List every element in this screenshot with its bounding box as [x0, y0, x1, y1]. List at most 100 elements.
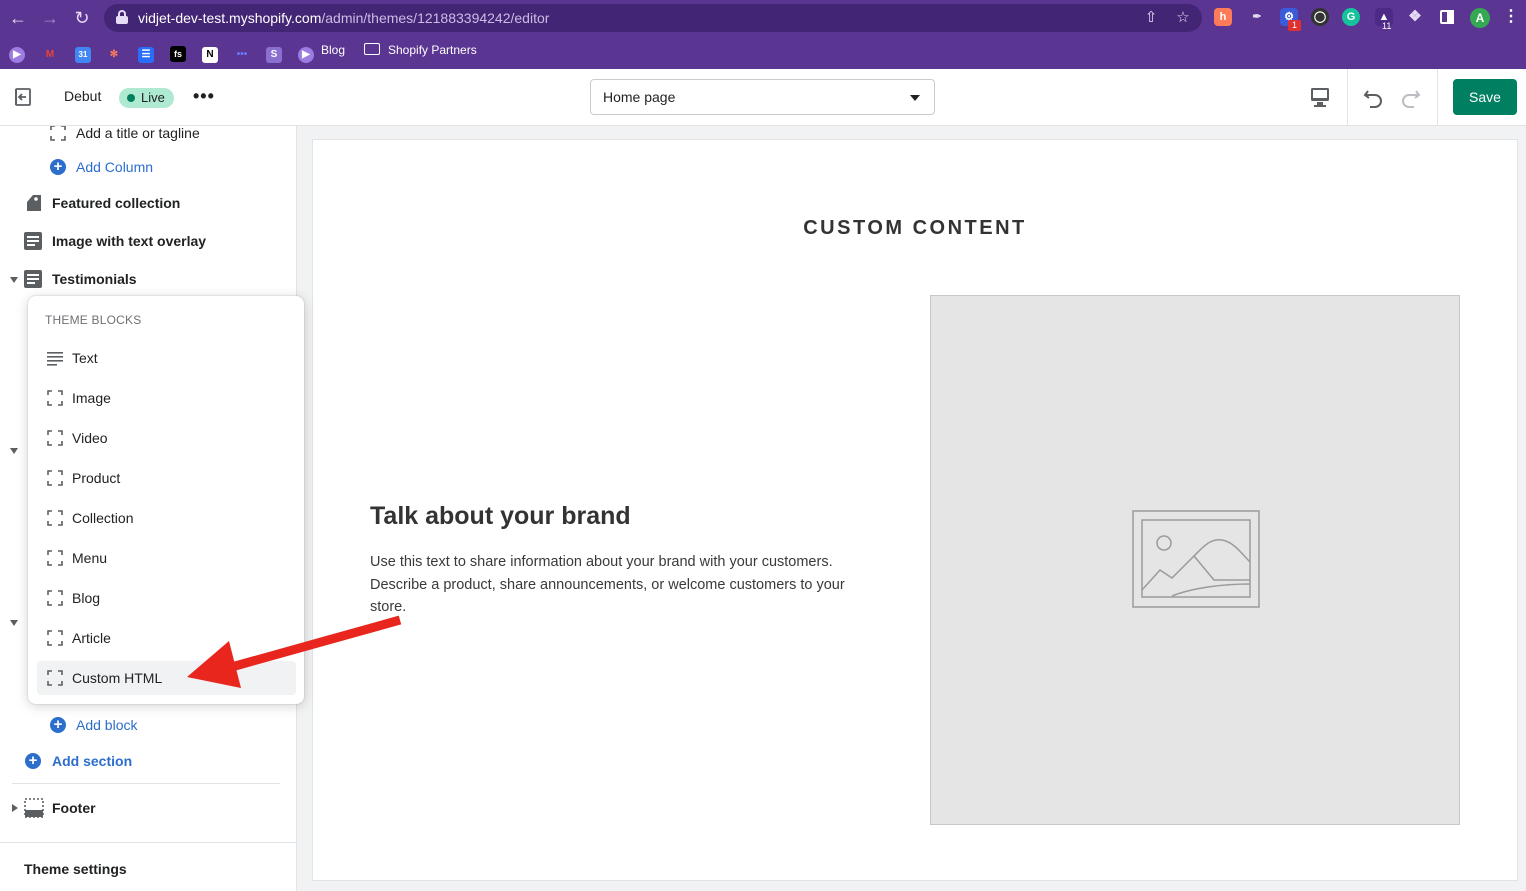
- bookmarks-bar: ▶ M 31 ✻ ☰ fs N ••• S ▶ Blog Shopify Part…: [0, 38, 1526, 63]
- lock-icon: [116, 10, 128, 24]
- plus-circle-icon: +: [25, 753, 41, 769]
- section-featured-collection[interactable]: Featured collection: [0, 188, 296, 218]
- section-label: Testimonials: [52, 271, 137, 287]
- share-icon[interactable]: ⇧: [1141, 8, 1161, 28]
- kebab-menu-icon[interactable]: ⋮: [1502, 8, 1520, 26]
- bookmark-shopify-partners[interactable]: Shopify Partners: [364, 41, 477, 59]
- s-icon: S: [266, 47, 282, 63]
- editor-topbar: Debut Live ••• Home page Save: [0, 69, 1526, 126]
- section-title: CUSTOM CONTENT: [803, 217, 1027, 239]
- pen-extension-icon[interactable]: ✒: [1248, 8, 1266, 26]
- block-option-label: Menu: [72, 550, 108, 566]
- caret-down-icon: [910, 95, 920, 101]
- exit-editor-icon[interactable]: [12, 86, 36, 108]
- add-section-button[interactable]: + Add section: [0, 746, 296, 776]
- page-select[interactable]: Home page: [590, 79, 935, 115]
- divider: [1347, 69, 1348, 126]
- hubspot-extension-icon[interactable]: h: [1214, 8, 1232, 26]
- expand-arrow-icon[interactable]: [10, 277, 18, 283]
- bookmark-hubspot[interactable]: ✻: [106, 41, 122, 60]
- block-option-image[interactable]: Image: [37, 381, 296, 415]
- section-image-text-overlay[interactable]: Image with text overlay: [0, 226, 296, 256]
- bookmark-notion[interactable]: N: [202, 41, 218, 63]
- status-badge: Live: [119, 88, 174, 108]
- block-bracket-icon: [47, 550, 63, 566]
- calendar-icon: 31: [75, 47, 91, 63]
- desktop-view-icon[interactable]: [1300, 83, 1340, 113]
- bookmark-play[interactable]: ▶: [9, 41, 25, 63]
- block-bracket-icon: [47, 670, 63, 686]
- content-body: Use this text to share information about…: [370, 554, 845, 615]
- bookmark-dots[interactable]: •••: [234, 41, 250, 60]
- sidepanel-icon[interactable]: [1438, 8, 1456, 26]
- add-column-label: Add Column: [76, 159, 154, 175]
- profile-avatar[interactable]: A: [1470, 8, 1490, 28]
- divider: [1437, 69, 1438, 126]
- gmail-icon: M: [45, 49, 55, 60]
- dots-icon: •••: [236, 49, 248, 60]
- block-option-collection[interactable]: Collection: [37, 501, 296, 535]
- block-option-video[interactable]: Video: [37, 421, 296, 455]
- forward-arrow-icon[interactable]: →: [40, 8, 60, 28]
- block-option-label: Image: [72, 390, 111, 406]
- block-option-custom-html[interactable]: Custom HTML: [37, 661, 296, 695]
- expand-arrow-icon[interactable]: [12, 804, 18, 812]
- undo-icon[interactable]: [1361, 85, 1387, 111]
- store-preview[interactable]: CUSTOM CONTENT Talk about your brand Use…: [313, 140, 1517, 880]
- block-option-label: Collection: [72, 510, 134, 526]
- add-block-button[interactable]: + Add block: [0, 710, 296, 740]
- bookmark-fs[interactable]: fs: [170, 41, 186, 62]
- bookmark-calendar[interactable]: 31: [75, 41, 91, 63]
- section-footer[interactable]: Footer: [0, 793, 296, 823]
- block-option-blog[interactable]: Blog: [37, 581, 296, 615]
- address-bar[interactable]: vidjet-dev-test.myshopify.com/admin/them…: [104, 4, 1202, 32]
- section-label: Footer: [52, 800, 96, 816]
- theme-settings-label: Theme settings: [24, 861, 127, 877]
- theme-settings-link[interactable]: Theme settings: [0, 854, 296, 884]
- reload-icon[interactable]: ↻: [72, 8, 92, 28]
- add-column-button[interactable]: + Add Column: [0, 152, 296, 182]
- section-testimonials[interactable]: Testimonials: [0, 264, 296, 294]
- grammarly-extension-icon[interactable]: G: [1342, 8, 1360, 26]
- image-placeholder-icon: [1132, 510, 1260, 608]
- block-option-product[interactable]: Product: [37, 461, 296, 495]
- hubspot-icon: ✻: [109, 49, 119, 60]
- browser-chrome: ← → ↻ vidjet-dev-test.myshopify.com/admi…: [0, 0, 1526, 69]
- address-row: ← → ↻ vidjet-dev-test.myshopify.com/admi…: [0, 0, 1526, 36]
- play-circle-icon: ▶: [9, 47, 25, 63]
- block-option-article[interactable]: Article: [37, 621, 296, 655]
- block-bracket-icon: [47, 470, 63, 486]
- block-option-text[interactable]: Text: [37, 341, 296, 375]
- bookmark-s[interactable]: S: [266, 41, 282, 63]
- block-option-menu[interactable]: Menu: [37, 541, 296, 575]
- notion-icon: N: [202, 47, 218, 63]
- plus-circle-icon: +: [50, 159, 66, 175]
- theme-blocks-popover: THEME BLOCKS Text Image Video Product Co…: [28, 296, 304, 704]
- star-icon[interactable]: ☆: [1173, 8, 1193, 28]
- block-bracket-icon: [47, 590, 63, 606]
- bookmark-gmail[interactable]: M: [42, 41, 58, 60]
- block-bracket-icon: [47, 510, 63, 526]
- expand-arrow-icon[interactable]: [10, 448, 18, 454]
- image-placeholder[interactable]: [930, 295, 1460, 825]
- bookmark-blog[interactable]: ▶ Blog: [298, 41, 345, 63]
- puzzle-extensions-icon[interactable]: ❖: [1406, 8, 1424, 26]
- block-option-label: Product: [72, 470, 121, 486]
- tag-icon: [27, 195, 41, 211]
- block-title-tagline[interactable]: Add a title or tagline: [0, 126, 296, 148]
- intercom-icon: ☰: [138, 47, 154, 63]
- section-label: Featured collection: [52, 195, 181, 211]
- blog-icon: ▶: [298, 47, 314, 63]
- block-option-label: Video: [72, 430, 108, 446]
- theme-name: Debut: [64, 88, 102, 104]
- save-button[interactable]: Save: [1453, 79, 1517, 115]
- expand-arrow-icon[interactable]: [10, 620, 18, 626]
- extension-badge: 1: [1288, 20, 1301, 31]
- back-arrow-icon[interactable]: ←: [8, 8, 28, 28]
- block-option-label: Text: [72, 350, 98, 366]
- bookmark-intercom[interactable]: ☰: [138, 41, 154, 63]
- dark-circle-extension-icon[interactable]: ◯: [1311, 8, 1329, 26]
- redo-icon[interactable]: [1397, 85, 1423, 111]
- block-option-label: Article: [72, 630, 111, 646]
- more-actions-icon[interactable]: •••: [193, 86, 215, 107]
